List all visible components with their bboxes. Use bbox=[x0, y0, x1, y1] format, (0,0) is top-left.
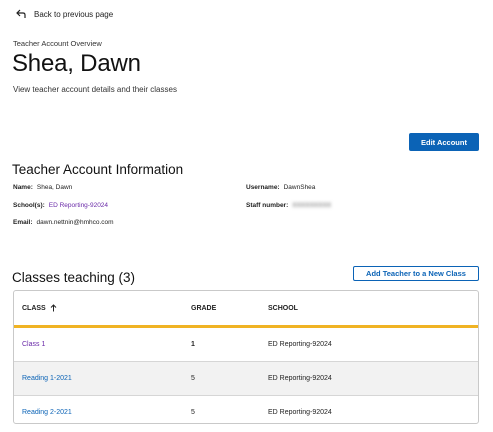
class-column-label: CLASS bbox=[22, 304, 46, 312]
school-column-header: SCHOOL bbox=[268, 304, 298, 312]
back-link[interactable]: Back to previous page bbox=[16, 9, 113, 19]
page-overline: Teacher Account Overview bbox=[13, 39, 102, 48]
name-label: Name: bbox=[13, 184, 33, 191]
staff-number-value: XXXXXXXXX bbox=[292, 202, 332, 209]
schools-label: School(s): bbox=[13, 202, 45, 209]
table-row: Class 1 1 ED Reporting-92024 bbox=[14, 328, 478, 362]
grade-cell: 1 bbox=[191, 341, 195, 348]
class-link[interactable]: Class 1 bbox=[22, 341, 45, 348]
staff-number-field: Staff number: XXXXXXXXX bbox=[246, 202, 331, 209]
classes-table: CLASS GRADE SCHOOL Class 1 1 ED Reportin… bbox=[13, 290, 479, 424]
table-row: Reading 1-2021 5 ED Reporting-92024 bbox=[14, 362, 478, 396]
school-link[interactable]: ED Reporting-92024 bbox=[49, 202, 108, 209]
grade-column-header: GRADE bbox=[191, 304, 217, 312]
classes-title: Classes teaching (3) bbox=[12, 270, 136, 285]
name-field: Name: Shea, Dawn bbox=[13, 184, 72, 191]
arrow-up-icon bbox=[50, 304, 57, 312]
username-field: Username: DawnShea bbox=[246, 184, 315, 191]
class-column-header[interactable]: CLASS bbox=[14, 304, 191, 312]
username-value: DawnShea bbox=[283, 184, 316, 191]
grade-cell: 5 bbox=[191, 409, 195, 416]
page-subtitle: View teacher account details and their c… bbox=[13, 85, 177, 94]
username-label: Username: bbox=[246, 184, 280, 191]
table-header: CLASS GRADE SCHOOL bbox=[14, 291, 478, 328]
email-field: Email: dawn.nettnin@hmhco.com bbox=[13, 219, 114, 226]
arrow-left-icon bbox=[16, 9, 26, 18]
schools-field: School(s): ED Reporting-92024 bbox=[13, 202, 108, 209]
email-value: dawn.nettnin@hmhco.com bbox=[36, 219, 114, 226]
email-label: Email: bbox=[13, 219, 33, 226]
grade-cell: 5 bbox=[191, 375, 195, 382]
name-value: Shea, Dawn bbox=[36, 184, 73, 191]
edit-account-button[interactable]: Edit Account bbox=[409, 133, 479, 151]
back-link-label: Back to previous page bbox=[34, 9, 114, 19]
school-cell: ED Reporting-92024 bbox=[268, 341, 332, 348]
account-info-title: Teacher Account Information bbox=[12, 162, 184, 177]
add-teacher-to-class-button[interactable]: Add Teacher to a New Class bbox=[353, 266, 479, 281]
school-cell: ED Reporting-92024 bbox=[268, 409, 332, 416]
school-cell: ED Reporting-92024 bbox=[268, 375, 332, 382]
staff-number-label: Staff number: bbox=[246, 202, 289, 209]
page-title: Shea, Dawn bbox=[12, 50, 141, 77]
table-row: Reading 2-2021 5 ED Reporting-92024 bbox=[14, 396, 478, 423]
class-link[interactable]: Reading 1-2021 bbox=[22, 375, 72, 382]
class-link[interactable]: Reading 2-2021 bbox=[22, 409, 72, 416]
